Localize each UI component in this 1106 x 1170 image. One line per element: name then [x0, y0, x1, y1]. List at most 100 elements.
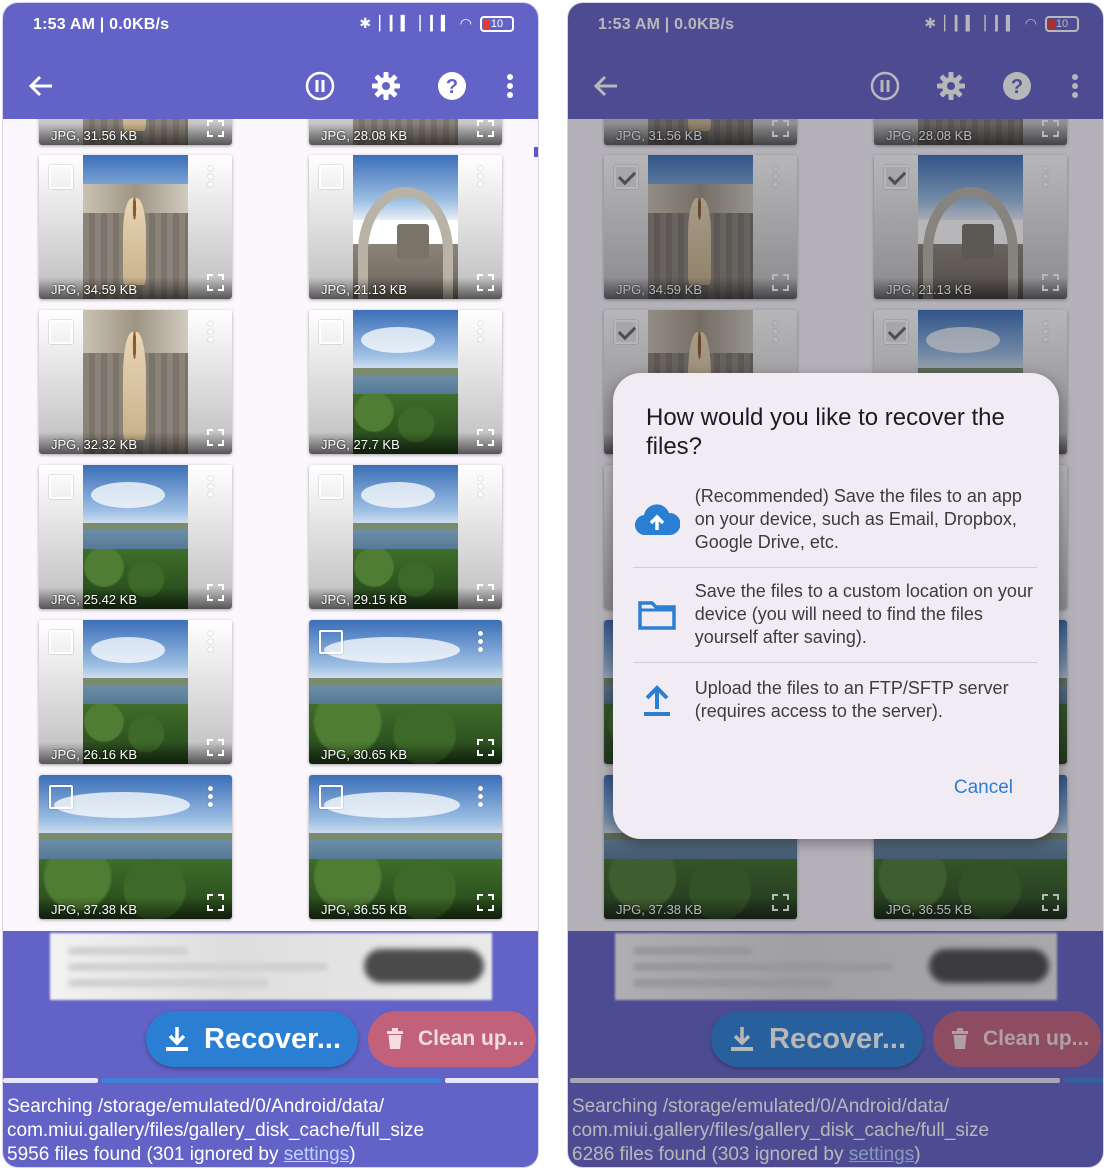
image-tile[interactable]: JPG, 32.32 KB — [39, 310, 232, 454]
search-path-line1: Searching /storage/emulated/0/Android/da… — [7, 1096, 385, 1117]
image-tile[interactable]: JPG, 34.59 KB — [39, 155, 232, 299]
option-text: Save the files to a custom location on y… — [694, 581, 1033, 647]
folder-icon — [633, 595, 681, 635]
file-info-label: JPG, 25.42 KB — [51, 592, 137, 607]
cancel-button[interactable]: Cancel — [954, 777, 1013, 799]
bluetooth-icon: ✱ — [359, 15, 372, 31]
overflow-menu-icon[interactable] — [492, 68, 528, 104]
image-tile[interactable]: JPG, 21.13 KB — [309, 155, 502, 299]
expand-icon[interactable] — [477, 120, 494, 137]
status-icons: ✱ ▏▎▍ ▏▎▍ ◠ 10 — [359, 15, 514, 32]
expand-icon[interactable] — [477, 429, 494, 446]
item-menu-icon[interactable] — [472, 475, 488, 499]
image-tile[interactable]: JPG, 29.15 KB — [309, 465, 502, 609]
status-time: 1:53 AM | 0.0KB/s — [33, 16, 170, 33]
recover-label: Recover... — [204, 1022, 342, 1055]
item-menu-icon[interactable] — [202, 320, 218, 344]
file-info-label: JPG, 28.08 KB — [321, 128, 407, 143]
select-checkbox[interactable] — [319, 320, 343, 344]
image-tile[interactable]: JPG, 31.56 KB — [39, 119, 232, 145]
file-info-label: JPG, 32.32 KB — [51, 437, 137, 452]
svg-text:?: ? — [446, 76, 458, 98]
expand-icon[interactable] — [207, 429, 224, 446]
bottom-panel: Recover... Clean up... Searching /storag… — [3, 931, 538, 1167]
gear-icon[interactable] — [368, 68, 404, 104]
item-menu-icon[interactable] — [472, 785, 488, 809]
download-icon — [164, 1025, 190, 1053]
expand-icon[interactable] — [477, 894, 494, 911]
cleanup-button[interactable]: Clean up... — [368, 1011, 536, 1067]
file-info-label: JPG, 30.65 KB — [321, 747, 407, 762]
select-checkbox[interactable] — [319, 630, 343, 654]
select-checkbox[interactable] — [49, 320, 73, 344]
file-info-label: JPG, 37.38 KB — [51, 902, 137, 917]
image-tile[interactable]: JPG, 30.65 KB — [309, 620, 502, 764]
expand-icon[interactable] — [207, 739, 224, 756]
signal-icon-2: ▏▎▍ — [419, 15, 452, 31]
expand-icon[interactable] — [207, 120, 224, 137]
item-menu-icon[interactable] — [472, 630, 488, 654]
phone-screen-left: 1:53 AM | 0.0KB/s ✱ ▏▎▍ ▏▎▍ ◠ 10 ? JPG, … — [2, 2, 539, 1168]
recover-button[interactable]: Recover... — [146, 1011, 358, 1067]
file-grid: JPG, 31.56 KB JPG, 28.08 KB JPG, 34.59 K… — [3, 119, 538, 931]
pause-icon[interactable] — [302, 68, 338, 104]
item-menu-icon[interactable] — [202, 165, 218, 189]
divider — [633, 662, 1037, 663]
help-icon[interactable]: ? — [434, 68, 470, 104]
expand-icon[interactable] — [207, 584, 224, 601]
option-text: (Recommended) Save the files to an app o… — [694, 486, 1022, 552]
divider — [633, 567, 1037, 568]
file-info-label: JPG, 21.13 KB — [321, 282, 407, 297]
blurred-ad-banner[interactable] — [50, 933, 492, 1000]
file-info-label: JPG, 31.56 KB — [51, 128, 137, 143]
file-info-label: JPG, 36.55 KB — [321, 902, 407, 917]
image-tile[interactable]: JPG, 26.16 KB — [39, 620, 232, 764]
search-path-line2: com.miui.gallery/files/gallery_disk_cach… — [7, 1120, 425, 1141]
file-info-label: JPG, 26.16 KB — [51, 747, 137, 762]
back-arrow-icon[interactable] — [23, 68, 59, 104]
option-text: Upload the files to an FTP/SFTP server (… — [694, 678, 1009, 721]
upload-icon — [633, 680, 681, 720]
cloud-upload-icon — [633, 500, 681, 540]
select-checkbox[interactable] — [319, 165, 343, 189]
app-bar: ? — [3, 53, 538, 119]
image-tile[interactable]: JPG, 36.55 KB — [309, 775, 502, 919]
file-info-label: JPG, 34.59 KB — [51, 282, 137, 297]
dialog-title: How would you like to recover the files? — [646, 404, 1005, 460]
files-found-line: 5956 files found (301 ignored by setting… — [7, 1144, 356, 1165]
image-tile[interactable]: JPG, 28.08 KB — [309, 119, 502, 145]
search-status: Searching /storage/emulated/0/Android/da… — [7, 1095, 537, 1167]
select-checkbox[interactable] — [319, 475, 343, 499]
select-checkbox[interactable] — [49, 785, 73, 809]
battery-icon: 10 — [480, 15, 514, 32]
indeterminate-progress-bar — [3, 1078, 538, 1083]
phone-screen-right: 1:53 AM | 0.0KB/s ✱ ▏▎▍ ▏▎▍ ◠ 10 ? JPG, … — [567, 2, 1104, 1168]
cleanup-label: Clean up... — [418, 1027, 525, 1050]
signal-icon: ▏▎▍ — [379, 15, 412, 31]
item-menu-icon[interactable] — [202, 475, 218, 499]
option-ftp-upload[interactable]: Upload the files to an FTP/SFTP server (… — [633, 677, 1043, 723]
scrollbar[interactable] — [534, 147, 538, 157]
item-menu-icon[interactable] — [202, 630, 218, 654]
expand-icon[interactable] — [207, 894, 224, 911]
select-checkbox[interactable] — [49, 165, 73, 189]
file-info-label: JPG, 29.15 KB — [321, 592, 407, 607]
expand-icon[interactable] — [207, 274, 224, 291]
item-menu-icon[interactable] — [472, 320, 488, 344]
select-checkbox[interactable] — [319, 785, 343, 809]
item-menu-icon[interactable] — [202, 785, 218, 809]
option-custom-location[interactable]: Save the files to a custom location on y… — [633, 580, 1043, 649]
file-info-label: JPG, 27.7 KB — [321, 437, 400, 452]
image-tile[interactable]: JPG, 27.7 KB — [309, 310, 502, 454]
image-tile[interactable]: JPG, 25.42 KB — [39, 465, 232, 609]
select-checkbox[interactable] — [49, 475, 73, 499]
expand-icon[interactable] — [477, 739, 494, 756]
expand-icon[interactable] — [477, 274, 494, 291]
select-checkbox[interactable] — [49, 630, 73, 654]
option-save-to-app[interactable]: (Recommended) Save the files to an app o… — [633, 485, 1043, 554]
settings-link[interactable]: settings — [284, 1144, 349, 1165]
item-menu-icon[interactable] — [472, 165, 488, 189]
status-bar: 1:53 AM | 0.0KB/s ✱ ▏▎▍ ▏▎▍ ◠ 10 — [3, 3, 538, 53]
expand-icon[interactable] — [477, 584, 494, 601]
image-tile[interactable]: JPG, 37.38 KB — [39, 775, 232, 919]
